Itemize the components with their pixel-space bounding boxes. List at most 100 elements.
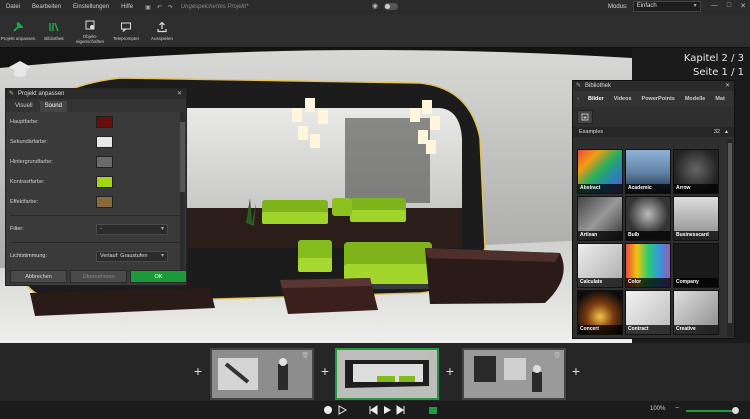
bibliothek-button[interactable]: Bibliothek bbox=[36, 14, 72, 48]
chevron-left-icon[interactable]: ‹ bbox=[573, 96, 583, 102]
tab-videos[interactable]: Videos bbox=[609, 96, 637, 102]
library-panel: ✎ Bibliothek ✕ ‹ Bilder Videos PowerPoin… bbox=[572, 80, 735, 339]
slide-thumbnail-3[interactable]: 🗑 bbox=[462, 348, 566, 400]
library-item[interactable]: Bulb bbox=[625, 196, 671, 241]
color-row: Hauptfarbe: bbox=[10, 112, 182, 132]
close-icon[interactable]: ✕ bbox=[177, 89, 182, 99]
import-button[interactable] bbox=[577, 110, 593, 124]
tab-bilder[interactable]: Bilder bbox=[583, 96, 609, 102]
library-item[interactable]: Contract bbox=[625, 290, 671, 335]
cancel-button[interactable]: Abbrechen bbox=[10, 270, 67, 283]
trash-icon[interactable]: 🗑 bbox=[426, 352, 434, 359]
zoom-out-icon[interactable]: − bbox=[675, 405, 679, 412]
play-icon[interactable] bbox=[382, 405, 392, 415]
maximize-icon[interactable]: □ bbox=[727, 2, 731, 10]
objekt-eigenschaften-button[interactable]: Objekt-eigenschaften bbox=[72, 14, 108, 48]
color-label: Hintergrundfarbe: bbox=[10, 159, 53, 165]
library-item[interactable]: Concert bbox=[577, 290, 623, 335]
modus-select[interactable]: Einfach bbox=[632, 1, 701, 12]
chapter-text: Kapitel 2 / 3 bbox=[683, 53, 744, 64]
camera-icon[interactable] bbox=[428, 405, 438, 415]
undo-icon[interactable]: ↶ bbox=[157, 4, 162, 11]
color-label: Kontrastfarbe: bbox=[10, 179, 45, 185]
light-select[interactable]: Verlauf: Graustufen bbox=[96, 250, 168, 262]
tab-mat[interactable]: Mat bbox=[710, 96, 729, 102]
secondary-color-swatch[interactable] bbox=[96, 136, 113, 148]
toolbar: Projekt anpassen Bibliothek Objekt-eigen… bbox=[0, 14, 750, 48]
library-title: Bibliothek bbox=[585, 83, 612, 89]
redo-icon[interactable]: ↷ bbox=[168, 4, 173, 11]
item-label: Artisan bbox=[578, 231, 622, 240]
save-icon[interactable]: ▣ bbox=[145, 4, 151, 11]
library-scrollbar[interactable] bbox=[727, 139, 733, 337]
slide-thumbnail-1[interactable]: 🗑 bbox=[210, 348, 314, 400]
library-item[interactable]: Abstract bbox=[577, 149, 623, 194]
ok-button[interactable]: OK bbox=[130, 270, 187, 283]
export-icon bbox=[157, 21, 167, 33]
item-label: Creative bbox=[674, 325, 718, 334]
tab-powerpoints[interactable]: PowerPoints bbox=[637, 96, 680, 102]
play-outline-icon[interactable] bbox=[337, 405, 347, 415]
modus-label: Modus: bbox=[608, 3, 628, 10]
add-slide-icon[interactable]: + bbox=[192, 364, 204, 378]
library-item[interactable]: Creative bbox=[673, 290, 719, 335]
webcam-icon: ◉ bbox=[372, 3, 379, 10]
trash-icon[interactable]: 🗑 bbox=[553, 352, 561, 359]
color-label: Sekundärfarbe: bbox=[10, 139, 48, 145]
projekt-anpassen-button[interactable]: Projekt anpassen bbox=[0, 14, 36, 48]
record-icon[interactable] bbox=[323, 405, 333, 415]
projekt-anpassen-panel: ✎ Projekt anpassen ✕ Visuell Sound Haupt… bbox=[5, 88, 187, 286]
tab-modelle[interactable]: Modelle bbox=[680, 96, 710, 102]
library-tabs: ‹ Bilder Videos PowerPoints Modelle Mat bbox=[573, 91, 734, 107]
library-item[interactable]: Arrow bbox=[673, 149, 719, 194]
background-color-swatch[interactable] bbox=[96, 156, 113, 168]
panel-buttons: Abbrechen Übernehmen OK bbox=[10, 270, 187, 283]
trash-icon[interactable]: 🗑 bbox=[301, 352, 309, 359]
section-header[interactable]: Examples 32 ▲ bbox=[573, 127, 734, 137]
zoom-slider[interactable] bbox=[686, 410, 736, 412]
add-slide-icon[interactable]: + bbox=[570, 364, 582, 378]
tab-sound[interactable]: Sound bbox=[39, 101, 67, 112]
library-item[interactable]: Calculate bbox=[577, 243, 623, 288]
main-color-swatch[interactable] bbox=[96, 116, 113, 128]
library-item[interactable]: Businesscard bbox=[673, 196, 719, 241]
menu-bearbeiten[interactable]: Bearbeiten bbox=[26, 4, 67, 10]
tab-visuell[interactable]: Visuell bbox=[10, 101, 38, 112]
panel-tabs: Visuell Sound bbox=[6, 99, 186, 112]
close-icon[interactable]: ✕ bbox=[725, 81, 730, 91]
library-item[interactable]: Academic bbox=[625, 149, 671, 194]
color-row: Hintergrundfarbe: bbox=[10, 152, 182, 172]
menu-datei[interactable]: Datei bbox=[0, 4, 26, 10]
skip-forward-icon[interactable] bbox=[396, 405, 406, 415]
modus-group: Modus: Einfach bbox=[608, 1, 701, 12]
minimize-icon[interactable]: — bbox=[711, 2, 718, 10]
library-header[interactable]: ✎ Bibliothek ✕ bbox=[573, 81, 734, 91]
filter-select[interactable]: - bbox=[96, 223, 168, 235]
contrast-color-swatch[interactable] bbox=[96, 176, 113, 188]
close-icon[interactable]: ✕ bbox=[740, 2, 746, 10]
panel-header[interactable]: ✎ Projekt anpassen ✕ bbox=[6, 89, 186, 99]
menu-einstellungen[interactable]: Einstellungen bbox=[67, 4, 115, 10]
add-slide-icon[interactable]: + bbox=[444, 364, 456, 378]
menu-hilfe[interactable]: Hilfe bbox=[115, 4, 139, 10]
item-label: Concert bbox=[578, 325, 622, 334]
skip-back-icon[interactable] bbox=[368, 405, 378, 415]
teleprompter-button[interactable]: Teleprompter bbox=[108, 14, 144, 48]
apply-button[interactable]: Übernehmen bbox=[70, 270, 127, 283]
add-slide-icon[interactable]: + bbox=[319, 364, 331, 378]
zoom-slider-handle[interactable] bbox=[732, 407, 739, 414]
effect-color-swatch[interactable] bbox=[96, 196, 113, 208]
slide-thumbnail-2[interactable]: 🗑 bbox=[335, 348, 439, 400]
library-item[interactable]: Company bbox=[673, 243, 719, 288]
panel-scrollbar[interactable] bbox=[180, 112, 185, 272]
panel-title: Projekt anpassen bbox=[18, 91, 65, 97]
wrench-icon: ✎ bbox=[9, 91, 15, 97]
mode-toggle[interactable] bbox=[384, 2, 399, 10]
project-title: Ungespeichertes Projekt* bbox=[180, 4, 249, 10]
toolbar-label: Projekt anpassen bbox=[0, 36, 36, 41]
quick-access: ▣ ↶ ↷ bbox=[145, 4, 173, 11]
library-item[interactable]: Artisan bbox=[577, 196, 623, 241]
library-item[interactable]: Color bbox=[625, 243, 671, 288]
ausspielen-button[interactable]: Ausspielen bbox=[144, 14, 180, 48]
slide-preview-image bbox=[464, 350, 564, 398]
